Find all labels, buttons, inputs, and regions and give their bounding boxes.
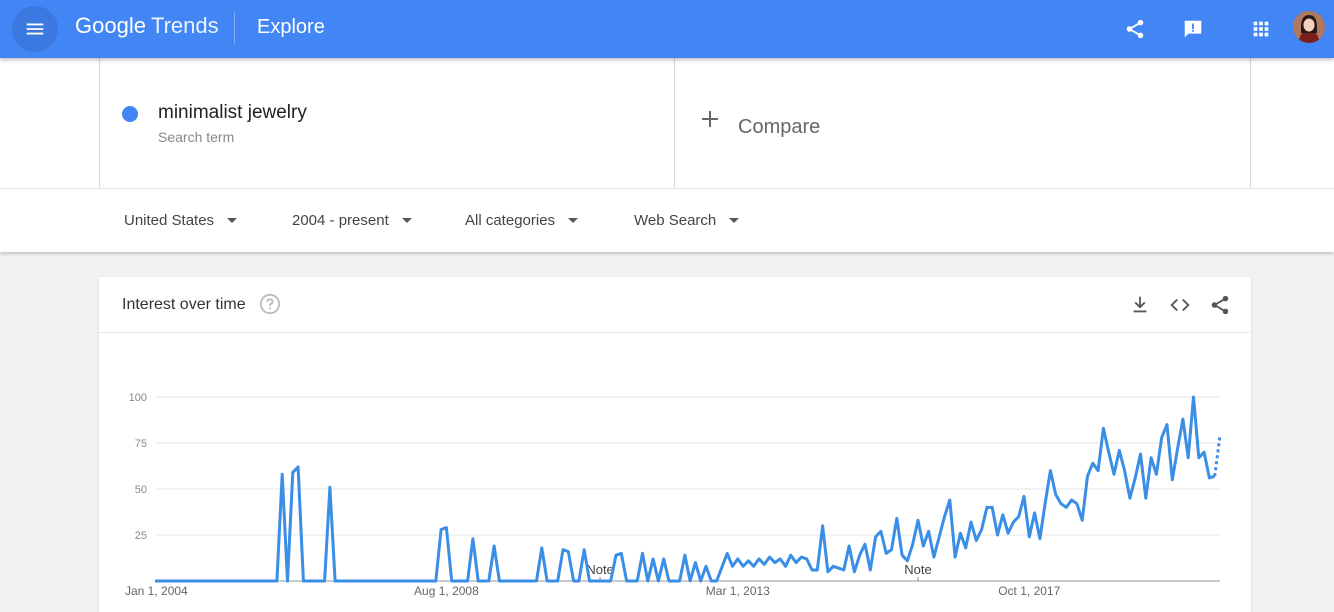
embed-code-icon[interactable] — [1168, 293, 1192, 317]
plus-icon — [702, 111, 718, 127]
filter-bar: United States 2004 - present All categor… — [0, 188, 1334, 252]
y-tick-label: 50 — [135, 484, 147, 496]
chevron-down-icon — [568, 218, 579, 223]
category-dropdown[interactable]: All categories — [465, 212, 579, 229]
interest-over-time-card: Interest over time 100 75 50 25 Jan 1, 2004 A… — [99, 277, 1251, 612]
region-dropdown[interactable]: United States — [124, 212, 238, 229]
y-tick-label: 100 — [129, 392, 147, 404]
series-partial-line — [1213, 435, 1222, 477]
search-terms-area: minimalist jewelry Search term Compare — [0, 58, 1334, 188]
search-term-type: Search term — [158, 129, 235, 145]
y-tick-label: 75 — [135, 438, 147, 450]
google-trends-logo[interactable]: Google Trends — [75, 13, 219, 39]
chevron-down-icon — [227, 218, 238, 223]
term-color-dot — [122, 106, 138, 122]
search-term-card[interactable]: minimalist jewelry Search term — [99, 58, 675, 188]
compare-label: Compare — [738, 116, 821, 138]
help-circle-icon[interactable] — [259, 293, 281, 315]
chevron-down-icon — [729, 218, 740, 223]
card-header: Interest over time — [99, 277, 1251, 333]
interest-line-chart: 100 75 50 25 Jan 1, 2004 Aug 1, 2008 Mar 1, 20… — [125, 392, 1222, 598]
category-dropdown-label: All categories — [465, 212, 556, 229]
share-icon[interactable] — [1208, 293, 1232, 317]
logo-trends-text: Trends — [150, 13, 219, 38]
feedback-icon[interactable] — [1177, 13, 1209, 45]
chevron-down-icon — [401, 218, 412, 223]
x-tick-label: Aug 1, 2008 — [414, 584, 479, 598]
x-tick-label: Mar 1, 2013 — [706, 584, 770, 598]
x-tick-label: Oct 1, 2017 — [998, 584, 1060, 598]
page-title: Explore — [257, 16, 325, 38]
logo-google-text: Google — [75, 13, 146, 38]
user-avatar[interactable] — [1293, 11, 1325, 43]
compare-button[interactable]: Compare — [675, 58, 1251, 188]
region-dropdown-label: United States — [124, 212, 215, 229]
hamburger-menu-icon[interactable] — [12, 6, 58, 52]
note-label: Note — [904, 562, 931, 577]
note-label: Note — [586, 562, 613, 577]
time-range-dropdown[interactable]: 2004 - present — [292, 212, 412, 229]
search-type-dropdown[interactable]: Web Search — [634, 212, 740, 229]
download-icon[interactable] — [1128, 293, 1152, 317]
time-range-dropdown-label: 2004 - present — [292, 212, 389, 229]
card-title: Interest over time — [122, 296, 246, 313]
search-type-dropdown-label: Web Search — [634, 212, 717, 229]
search-term-text: minimalist jewelry — [158, 102, 307, 123]
y-tick-label: 25 — [135, 530, 147, 542]
top-app-bar: Google Trends Explore — [0, 0, 1334, 58]
share-icon[interactable] — [1119, 13, 1151, 45]
x-tick-label: Jan 1, 2004 — [125, 584, 188, 598]
header-divider — [234, 12, 235, 44]
apps-grid-icon[interactable] — [1245, 13, 1277, 45]
